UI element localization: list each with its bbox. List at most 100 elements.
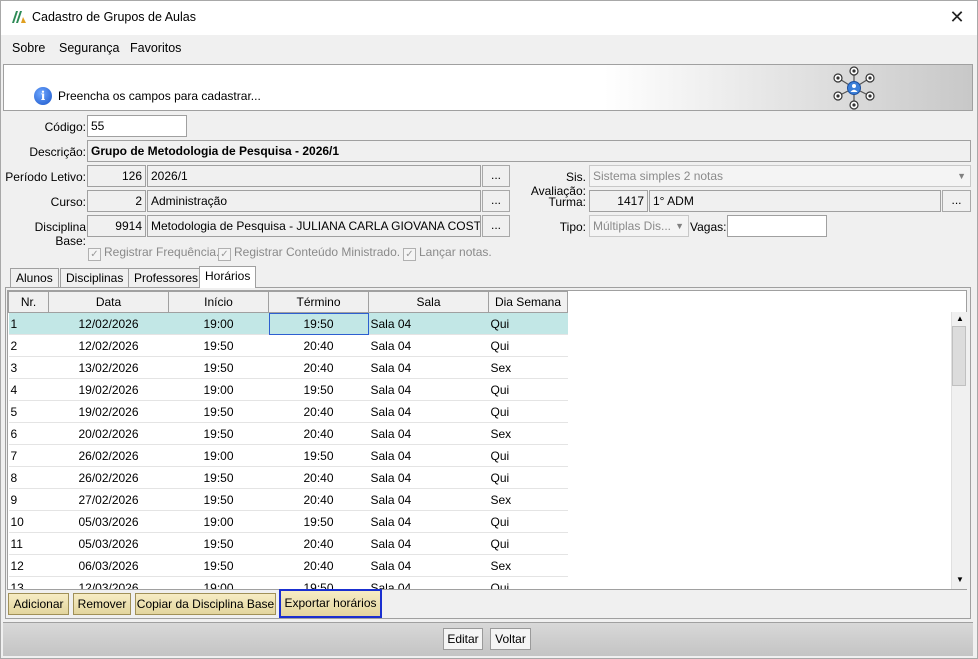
turma-code-field[interactable]: 1417: [589, 190, 648, 212]
cell-termino[interactable]: 19:50: [268, 444, 369, 467]
cell-data[interactable]: 13/02/2026: [48, 356, 169, 379]
cell-inicio[interactable]: 19:50: [168, 532, 269, 555]
turma-lookup-button[interactable]: ...: [942, 190, 971, 212]
cell-nr[interactable]: 7: [8, 444, 49, 467]
column-header[interactable]: Nr.: [8, 291, 49, 313]
cell-sala[interactable]: Sala 04: [368, 488, 489, 511]
cell-nr[interactable]: 8: [8, 466, 49, 489]
column-header[interactable]: Sala: [368, 291, 489, 313]
curso-lookup-button[interactable]: ...: [482, 190, 510, 212]
cell-dia[interactable]: Qui: [488, 532, 568, 555]
cell-nr[interactable]: 5: [8, 400, 49, 423]
cell-inicio[interactable]: 19:00: [168, 312, 269, 335]
cell-inicio[interactable]: 19:50: [168, 422, 269, 445]
cell-sala[interactable]: Sala 04: [368, 554, 489, 577]
cell-termino[interactable]: 20:40: [268, 334, 369, 357]
cell-nr[interactable]: 10: [8, 510, 49, 533]
vagas-field[interactable]: [727, 215, 827, 237]
cell-nr[interactable]: 3: [8, 356, 49, 379]
column-header[interactable]: Término: [268, 291, 369, 313]
cell-data[interactable]: 26/02/2026: [48, 466, 169, 489]
cell-dia[interactable]: Sex: [488, 422, 568, 445]
cell-data[interactable]: 05/03/2026: [48, 510, 169, 533]
cell-sala[interactable]: Sala 04: [368, 576, 489, 589]
cell-sala[interactable]: Sala 04: [368, 532, 489, 555]
cell-data[interactable]: 27/02/2026: [48, 488, 169, 511]
cell-inicio[interactable]: 19:50: [168, 334, 269, 357]
cell-inicio[interactable]: 19:50: [168, 400, 269, 423]
cell-sala[interactable]: Sala 04: [368, 510, 489, 533]
disciplina-name-field[interactable]: Metodologia de Pesquisa - JULIANA CARLA …: [147, 215, 481, 237]
cell-sala[interactable]: Sala 04: [368, 378, 489, 401]
cell-data[interactable]: 12/02/2026: [48, 334, 169, 357]
cell-nr[interactable]: 9: [8, 488, 49, 511]
copiar-disciplina-base-button[interactable]: Copiar da Disciplina Base: [135, 593, 276, 615]
menu-sobre[interactable]: Sobre: [12, 41, 45, 55]
cell-data[interactable]: 12/03/2026: [48, 576, 169, 589]
table-row[interactable]: 8 26/02/2026 19:50 20:40 Sala 04 Qui: [8, 466, 568, 489]
table-row[interactable]: 9 27/02/2026 19:50 20:40 Sala 04 Sex: [8, 488, 568, 511]
periodo-lookup-button[interactable]: ...: [482, 165, 510, 187]
table-row[interactable]: 5 19/02/2026 19:50 20:40 Sala 04 Qui: [8, 400, 568, 423]
cell-sala[interactable]: Sala 04: [368, 400, 489, 423]
disciplina-lookup-button[interactable]: ...: [482, 215, 510, 237]
editar-button[interactable]: Editar: [443, 628, 483, 650]
menu-favoritos[interactable]: Favoritos: [130, 41, 181, 55]
cell-dia[interactable]: Qui: [488, 400, 568, 423]
cell-nr[interactable]: 4: [8, 378, 49, 401]
cell-nr[interactable]: 1: [8, 312, 49, 335]
cell-dia[interactable]: Qui: [488, 510, 568, 533]
cell-nr[interactable]: 12: [8, 554, 49, 577]
curso-code-field[interactable]: 2: [87, 190, 146, 212]
column-header[interactable]: Dia Semana: [488, 291, 568, 313]
table-row[interactable]: 12 06/03/2026 19:50 20:40 Sala 04 Sex: [8, 554, 568, 577]
table-row[interactable]: 13 12/03/2026 19:00 19:50 Sala 04 Qui: [8, 576, 568, 589]
scroll-down-icon[interactable]: ▼: [952, 573, 968, 587]
cell-nr[interactable]: 2: [8, 334, 49, 357]
tab-horarios[interactable]: Horários: [199, 266, 257, 288]
cell-dia[interactable]: Qui: [488, 334, 568, 357]
sis-avaliacao-select[interactable]: Sistema simples 2 notas ▼: [589, 165, 971, 187]
table-row[interactable]: 4 19/02/2026 19:00 19:50 Sala 04 Qui: [8, 378, 568, 401]
table-row[interactable]: 7 26/02/2026 19:00 19:50 Sala 04 Qui: [8, 444, 568, 467]
registrar-conteudo-checkbox[interactable]: ✓ Registrar Conteúdo Ministrado.: [218, 245, 400, 261]
voltar-button[interactable]: Voltar: [490, 628, 531, 650]
cell-dia[interactable]: Qui: [488, 444, 568, 467]
cell-sala[interactable]: Sala 04: [368, 356, 489, 379]
curso-name-field[interactable]: Administração: [147, 190, 481, 212]
cell-dia[interactable]: Qui: [488, 378, 568, 401]
cell-data[interactable]: 12/02/2026: [48, 312, 169, 335]
table-row[interactable]: 6 20/02/2026 19:50 20:40 Sala 04 Sex: [8, 422, 568, 445]
cell-data[interactable]: 20/02/2026: [48, 422, 169, 445]
cell-termino[interactable]: 20:40: [268, 356, 369, 379]
registrar-frequencia-checkbox[interactable]: ✓ Registrar Frequência.: [88, 245, 219, 261]
descricao-field[interactable]: Grupo de Metodologia de Pesquisa - 2026/…: [87, 140, 971, 162]
cell-inicio[interactable]: 19:00: [168, 444, 269, 467]
cell-sala[interactable]: Sala 04: [368, 334, 489, 357]
cell-inicio[interactable]: 19:00: [168, 510, 269, 533]
cell-termino[interactable]: 20:40: [268, 422, 369, 445]
cell-sala[interactable]: Sala 04: [368, 444, 489, 467]
cell-data[interactable]: 19/02/2026: [48, 378, 169, 401]
periodo-code-field[interactable]: 126: [87, 165, 146, 187]
cell-nr[interactable]: 6: [8, 422, 49, 445]
cell-inicio[interactable]: 19:50: [168, 554, 269, 577]
cell-dia[interactable]: Sex: [488, 488, 568, 511]
cell-termino[interactable]: 19:50: [268, 510, 369, 533]
cell-dia[interactable]: Qui: [488, 312, 568, 335]
cell-sala[interactable]: Sala 04: [368, 312, 489, 335]
cell-termino[interactable]: 19:50: [268, 378, 369, 401]
turma-name-field[interactable]: 1° ADM: [649, 190, 941, 212]
cell-inicio[interactable]: 19:50: [168, 466, 269, 489]
cell-inicio[interactable]: 19:50: [168, 488, 269, 511]
cell-inicio[interactable]: 19:00: [168, 576, 269, 589]
cell-sala[interactable]: Sala 04: [368, 422, 489, 445]
scrollbar-thumb[interactable]: [952, 326, 966, 386]
table-row[interactable]: 1 12/02/2026 19:00 19:50 Sala 04 Qui: [8, 312, 568, 335]
column-header[interactable]: Data: [48, 291, 169, 313]
table-row[interactable]: 10 05/03/2026 19:00 19:50 Sala 04 Qui: [8, 510, 568, 533]
cell-termino[interactable]: 19:50: [268, 576, 369, 589]
cell-termino[interactable]: 20:40: [268, 400, 369, 423]
tab-disciplinas[interactable]: Disciplinas: [60, 268, 130, 287]
cell-termino[interactable]: 20:40: [268, 554, 369, 577]
